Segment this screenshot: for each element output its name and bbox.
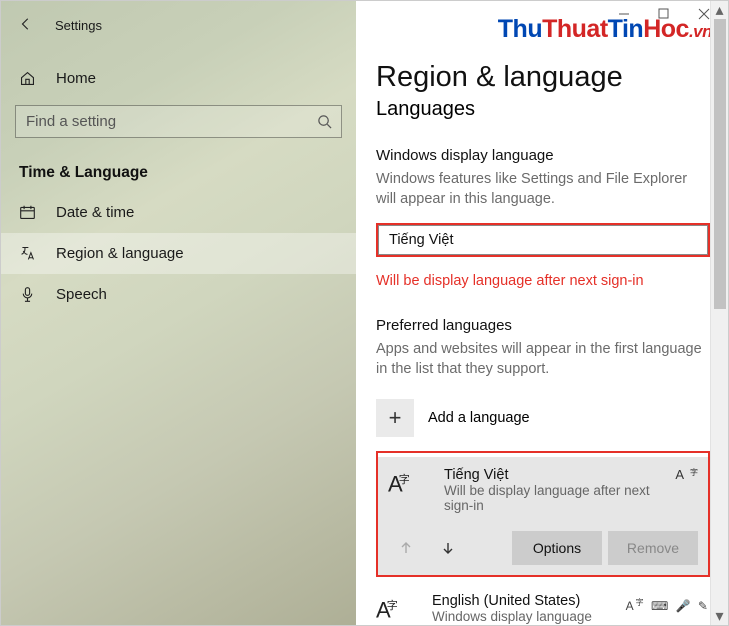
sidebar-item-region-language[interactable]: Region & language: [1, 233, 356, 274]
add-language-button[interactable]: + Add a language: [376, 395, 710, 441]
back-button[interactable]: [19, 17, 33, 34]
close-button[interactable]: [698, 7, 710, 25]
move-down-button[interactable]: [430, 531, 466, 565]
window-controls: [618, 7, 710, 25]
scroll-up-icon[interactable]: ▴: [711, 1, 728, 19]
sidebar-item-label: Date & time: [56, 204, 134, 221]
remove-button: Remove: [608, 531, 698, 565]
language-name: Tiếng Việt: [444, 467, 661, 483]
highlight-selected-language: A字 Tiếng Việt Will be display language a…: [376, 451, 710, 577]
preferred-languages-heading: Preferred languages: [376, 317, 710, 334]
language-glyph-icon: A字: [376, 593, 418, 623]
display-language-value: Tiếng Việt: [389, 232, 454, 248]
move-up-button: [388, 531, 424, 565]
search-input[interactable]: [15, 105, 342, 138]
display-language-select[interactable]: Tiếng Việt: [378, 225, 708, 255]
highlight-display-language: Tiếng Việt: [376, 223, 710, 257]
sidebar-item-label: Region & language: [56, 245, 184, 262]
page-subtitle: Languages: [376, 98, 710, 121]
language-card-tieng-viet[interactable]: A字 Tiếng Việt Will be display language a…: [378, 457, 708, 575]
nav-group-title: Time & Language: [1, 154, 356, 192]
search-icon: [317, 114, 332, 129]
language-name: English (United States): [432, 593, 612, 609]
page-title: Region & language: [376, 61, 710, 94]
main-panel: ThuThuatTinHoc.vn Region & language Lang…: [356, 1, 728, 625]
display-language-status: Will be display language after next sign…: [376, 273, 710, 289]
display-language-heading: Windows display language: [376, 147, 710, 164]
add-language-label: Add a language: [428, 410, 530, 426]
nav-home[interactable]: Home: [1, 60, 356, 97]
settings-sidebar: Settings Home Time & Language Date & tim…: [1, 1, 356, 625]
scroll-down-icon[interactable]: ▾: [711, 607, 728, 625]
scroll-thumb[interactable]: [714, 19, 726, 309]
language-glyph-icon: A字: [388, 467, 430, 497]
sidebar-item-date-time[interactable]: Date & time: [1, 192, 356, 233]
sidebar-item-speech[interactable]: Speech: [1, 274, 356, 315]
minimize-button[interactable]: [618, 7, 630, 25]
language-feature-icons: A字 ⌨ 🎤 ✎: [626, 593, 710, 613]
language-sub: Windows display language: [432, 609, 612, 624]
nav-home-label: Home: [56, 70, 96, 87]
display-language-helper: Windows features like Settings and File …: [376, 170, 710, 209]
settings-title: Settings: [55, 18, 102, 33]
search-box[interactable]: [15, 105, 342, 138]
language-feature-icons: A字: [675, 467, 698, 482]
scrollbar[interactable]: ▴ ▾: [710, 1, 728, 625]
options-button[interactable]: Options: [512, 531, 602, 565]
language-sub: Will be display language after next sign…: [444, 483, 661, 513]
preferred-languages-helper: Apps and websites will appear in the fir…: [376, 340, 710, 379]
plus-icon: +: [376, 399, 414, 437]
language-card-english-us[interactable]: A字 English (United States) Windows displ…: [376, 589, 710, 625]
sidebar-item-label: Speech: [56, 286, 107, 303]
maximize-button[interactable]: [658, 7, 670, 25]
